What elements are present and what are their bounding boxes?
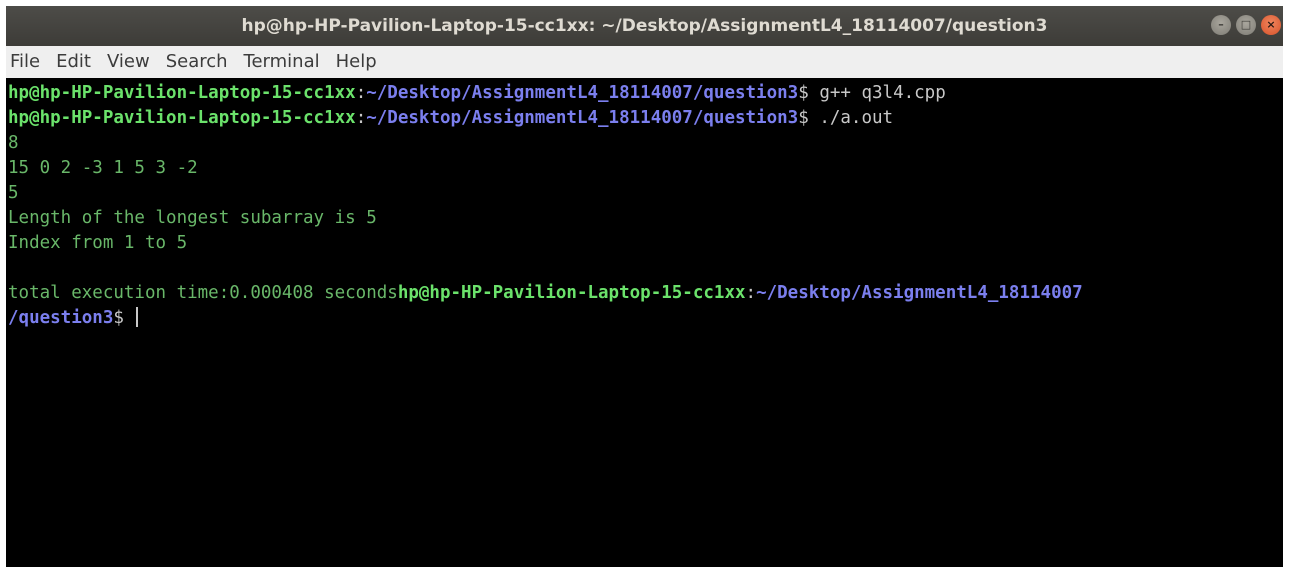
- prompt-user-host: hp@hp-HP-Pavilion-Laptop-15-cc1xx: [8, 108, 356, 128]
- exec-time-text: total execution time:0.000408 seconds: [8, 283, 398, 303]
- prompt-line: hp@hp-HP-Pavilion-Laptop-15-cc1xx:~/Desk…: [8, 106, 1283, 131]
- output-line: Length of the longest subarray is 5: [8, 208, 377, 228]
- output-line: 8: [8, 133, 19, 153]
- minimize-icon[interactable]: –: [1211, 15, 1231, 35]
- menu-bar: File Edit View Search Terminal Help: [6, 46, 1283, 78]
- output-line: Index from 1 to 5: [8, 233, 188, 253]
- exec-time-line: total execution time:0.000408 secondshp@…: [8, 281, 1283, 306]
- terminal-output-area[interactable]: hp@hp-HP-Pavilion-Laptop-15-cc1xx:~/Desk…: [6, 78, 1283, 567]
- prompt-path: ~/Desktop/AssignmentL4_18114007/question…: [366, 83, 799, 103]
- prompt-user-host: hp@hp-HP-Pavilion-Laptop-15-cc1xx: [8, 83, 356, 103]
- prompt-user-host: hp@hp-HP-Pavilion-Laptop-15-cc1xx: [397, 283, 746, 303]
- maximize-icon[interactable]: □: [1236, 15, 1256, 35]
- prompt-colon: :: [355, 108, 367, 128]
- command-text: g++ q3l4.cpp: [819, 83, 946, 103]
- title-bar[interactable]: hp@hp-HP-Pavilion-Laptop-15-cc1xx: ~/Des…: [6, 6, 1283, 46]
- command-text: ./a.out: [819, 108, 894, 128]
- prompt-symbol: $: [798, 108, 809, 128]
- prompt-symbol: $: [798, 83, 809, 103]
- prompt-line: hp@hp-HP-Pavilion-Laptop-15-cc1xx:~/Desk…: [8, 81, 1283, 106]
- text-cursor: [136, 307, 139, 327]
- menu-view[interactable]: View: [99, 46, 158, 78]
- menu-file[interactable]: File: [6, 46, 48, 78]
- prompt-colon: :: [745, 283, 757, 303]
- active-prompt-line[interactable]: /question3$: [8, 306, 1283, 331]
- prompt-path-part: /question3: [8, 308, 114, 328]
- window-controls: – □ ×: [1211, 15, 1281, 37]
- menu-help[interactable]: Help: [328, 46, 385, 78]
- terminal-window: hp@hp-HP-Pavilion-Laptop-15-cc1xx: ~/Des…: [6, 6, 1283, 567]
- prompt-path-part: ~/Desktop/AssignmentL4_18114007: [756, 283, 1083, 303]
- output-line: 5: [8, 183, 19, 203]
- prompt-path: ~/Desktop/AssignmentL4_18114007/question…: [366, 108, 799, 128]
- output-line: 15 0 2 -3 1 5 3 -2: [8, 158, 198, 178]
- menu-terminal[interactable]: Terminal: [236, 46, 328, 78]
- prompt-colon: :: [355, 83, 367, 103]
- menu-search[interactable]: Search: [158, 46, 236, 78]
- menu-edit[interactable]: Edit: [48, 46, 99, 78]
- prompt-symbol: $: [113, 308, 124, 328]
- close-icon[interactable]: ×: [1261, 15, 1281, 35]
- window-title: hp@hp-HP-Pavilion-Laptop-15-cc1xx: ~/Des…: [241, 16, 1048, 36]
